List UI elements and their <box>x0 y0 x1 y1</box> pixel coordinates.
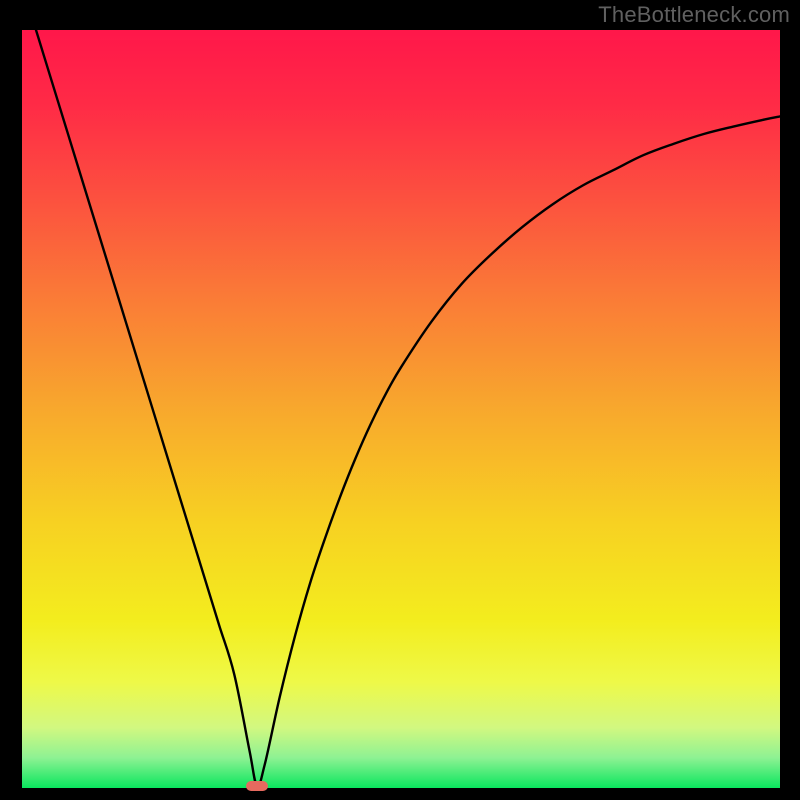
optimal-point-marker <box>246 781 268 791</box>
chart-svg <box>22 30 780 788</box>
chart-frame: TheBottleneck.com <box>0 0 800 800</box>
watermark-text: TheBottleneck.com <box>598 2 790 28</box>
gradient-background <box>22 30 780 788</box>
plot-area <box>22 30 780 788</box>
